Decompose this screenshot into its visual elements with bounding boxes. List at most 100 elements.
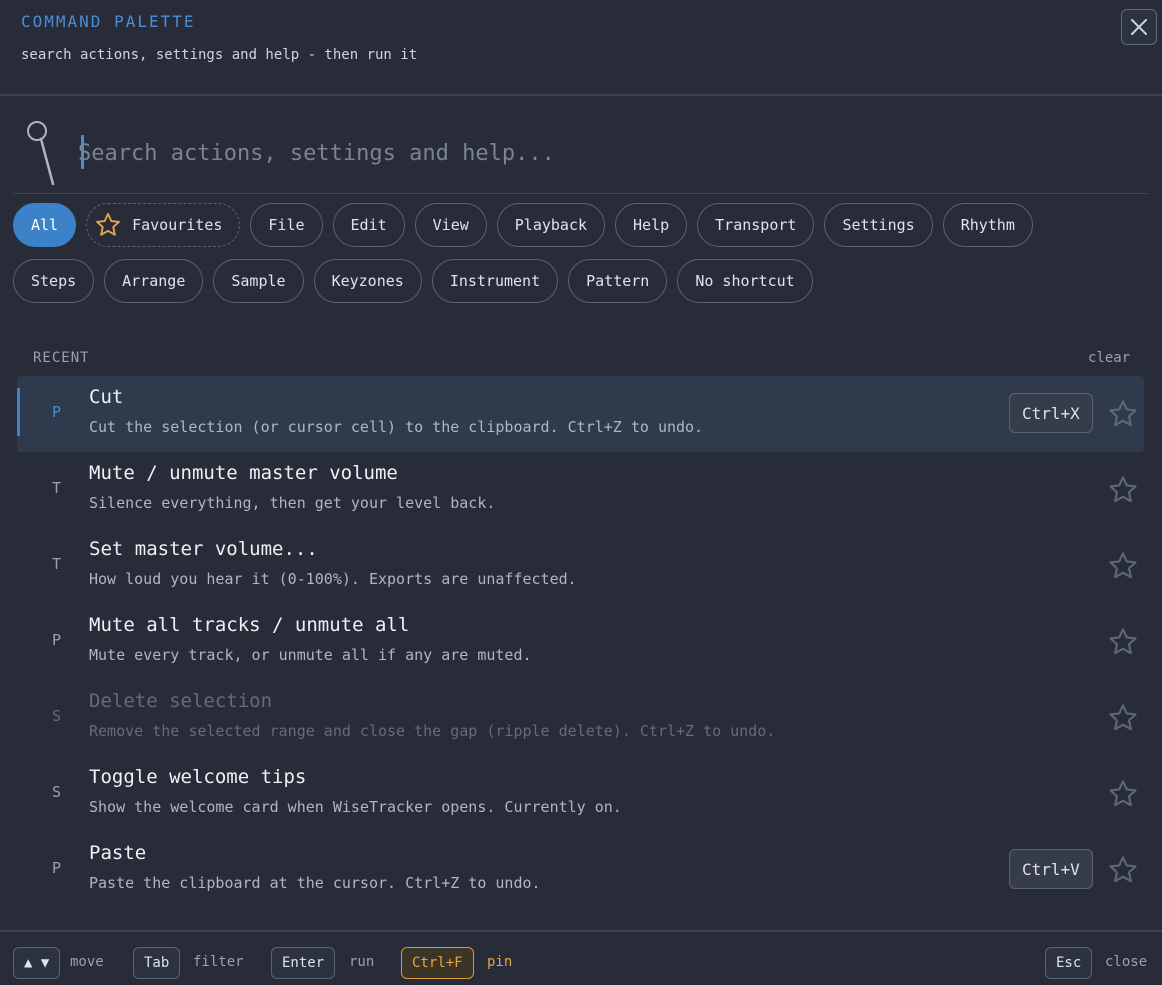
palette-header: COMMAND PALETTE search actions, settings…: [0, 0, 1162, 96]
filter-chip-file[interactable]: File: [250, 203, 323, 247]
move-label: move: [70, 954, 104, 970]
filter-chip-label: Steps: [31, 272, 77, 290]
filter-chip-label: Playback: [514, 216, 588, 234]
command-description: Show the welcome card when WiseTracker o…: [89, 798, 622, 816]
command-row[interactable]: T Mute / unmute master volume Silence ever…: [17, 452, 1144, 528]
filter-chip-instrument[interactable]: Instrument: [431, 259, 559, 303]
search-input[interactable]: [78, 128, 1128, 178]
command-row[interactable]: P Mute all tracks / unmute all Mute every …: [17, 604, 1144, 680]
command-row[interactable]: S Toggle welcome tips Show the welcome car…: [17, 756, 1144, 832]
command-description: How loud you hear it (0-100%). Exports a…: [89, 570, 577, 588]
command-title: Mute all tracks / unmute all: [89, 614, 410, 636]
filter-chip-label: Pattern: [586, 272, 650, 290]
filter-chip-view[interactable]: View: [414, 203, 487, 247]
command-list: P Cut Cut the selection (or cursor cell) t…: [17, 376, 1144, 908]
filter-chip-help[interactable]: Help: [615, 203, 688, 247]
filter-chip-label: View: [432, 216, 469, 234]
close-button[interactable]: [1121, 9, 1157, 45]
star-icon: [96, 212, 120, 236]
clear-recent-link[interactable]: clear: [1088, 350, 1130, 366]
filter-chip-row: Steps Arrange Sample Keyzones Instrument Patt…: [13, 259, 1153, 303]
filter-chip-label: Favourites: [132, 216, 223, 234]
section-label: RECENT: [33, 350, 90, 366]
close-label: close: [1105, 954, 1148, 970]
filter-chip-label: Keyzones: [331, 272, 404, 290]
favourite-button[interactable]: [1105, 624, 1141, 660]
filter-chip-label: Settings: [842, 216, 915, 234]
command-title: Mute / unmute master volume: [89, 462, 398, 484]
palette-subtitle: search actions, settings and help - then…: [21, 47, 418, 63]
command-description: Remove the selected range and close the …: [89, 722, 776, 740]
star-icon: [1109, 476, 1137, 503]
close-icon: [1131, 19, 1147, 35]
filter-chip-label: Edit: [350, 216, 387, 234]
filter-chip-all[interactable]: All: [13, 203, 77, 247]
command-title: Cut: [89, 386, 124, 408]
filter-chip-favourites[interactable]: Favourites: [86, 203, 241, 247]
filter-chip-label: Help: [633, 216, 670, 234]
enter-key: Enter: [271, 947, 336, 979]
command-title: Toggle welcome tips: [89, 766, 307, 788]
star-icon: [1109, 780, 1137, 807]
favourite-button[interactable]: [1105, 472, 1141, 508]
filter-chip-playback[interactable]: Playback: [496, 203, 606, 247]
command-category: T: [52, 555, 62, 573]
star-icon: [1109, 628, 1137, 655]
filter-label: filter: [193, 954, 244, 970]
favourite-button[interactable]: [1105, 852, 1141, 888]
filter-chip-pattern[interactable]: Pattern: [568, 259, 668, 303]
filter-chip-keyzones[interactable]: Keyzones: [313, 259, 422, 303]
command-category: P: [52, 859, 62, 877]
command-title: Delete selection: [89, 690, 273, 712]
filter-chip-row: All Favourites File Edit View Playback Help Tra…: [13, 203, 1153, 247]
filter-chip-transport[interactable]: Transport: [697, 203, 815, 247]
favourite-button[interactable]: [1105, 396, 1141, 432]
command-category: P: [52, 403, 62, 421]
footer-hints: ▲ ▼ move Tab filter Enter run Ctrl+F pin…: [0, 930, 1162, 985]
command-category: P: [52, 631, 62, 649]
filter-chip-label: All: [31, 216, 59, 234]
filter-chip-steps[interactable]: Steps: [13, 259, 95, 303]
command-row[interactable]: S Delete selection Remove the selected ran…: [17, 680, 1144, 756]
esc-key: Esc: [1045, 947, 1093, 979]
command-row[interactable]: T Set master volume... How loud you hear i…: [17, 528, 1144, 604]
command-description: Mute every track, or unmute all if any a…: [89, 646, 532, 664]
command-category: T: [52, 479, 62, 497]
command-description: Paste the clipboard at the cursor. Ctrl+…: [89, 874, 541, 892]
command-description: Cut the selection (or cursor cell) to th…: [89, 418, 704, 436]
shortcut-badge: Ctrl+X: [1009, 393, 1093, 433]
filter-chip-settings[interactable]: Settings: [824, 203, 933, 247]
star-icon: [1109, 856, 1137, 883]
filter-chip-sample[interactable]: Sample: [213, 259, 304, 303]
filter-chip-label: Instrument: [449, 272, 541, 290]
filter-chip-edit[interactable]: Edit: [332, 203, 405, 247]
command-row[interactable]: P Cut Cut the selection (or cursor cell) t…: [17, 376, 1144, 452]
pin-label: pin: [487, 954, 513, 970]
filter-chip-rhythm[interactable]: Rhythm: [942, 203, 1033, 247]
favourite-button[interactable]: [1105, 776, 1141, 812]
shortcut-badge: Ctrl+V: [1009, 849, 1093, 889]
star-icon: [1109, 552, 1137, 579]
palette-title: COMMAND PALETTE: [21, 12, 196, 31]
star-icon: [1109, 400, 1137, 427]
filter-chips: All Favourites File Edit View Playback Help Tra…: [13, 203, 1153, 315]
filter-chip-label: Transport: [715, 216, 797, 234]
tab-key: Tab: [133, 947, 181, 979]
command-row[interactable]: P Paste Paste the clipboard at the cursor.…: [17, 832, 1144, 908]
search-bar: [13, 112, 1149, 194]
filter-chip-arrange[interactable]: Arrange: [104, 259, 204, 303]
filter-chip-no-shortcut[interactable]: No shortcut: [677, 259, 813, 303]
command-category: S: [52, 783, 62, 801]
command-title: Set master volume...: [89, 538, 318, 560]
filter-chip-label: Rhythm: [960, 216, 1015, 234]
command-category: S: [52, 707, 62, 725]
filter-chip-label: File: [268, 216, 305, 234]
command-description: Silence everything, then get your level …: [89, 494, 496, 512]
favourite-button[interactable]: [1105, 700, 1141, 736]
pin-key: Ctrl+F: [401, 947, 474, 979]
filter-chip-label: Sample: [231, 272, 286, 290]
favourite-button[interactable]: [1105, 548, 1141, 584]
command-title: Paste: [89, 842, 147, 864]
filter-chip-label: No shortcut: [695, 272, 795, 290]
run-label: run: [349, 954, 375, 970]
